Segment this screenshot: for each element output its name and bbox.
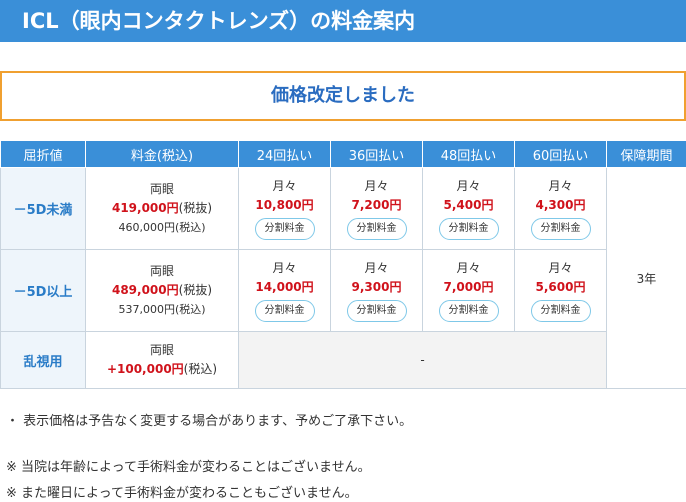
installment-cell: 月々 5,600円 分割料金	[514, 249, 607, 332]
installment-button[interactable]: 分割料金	[438, 218, 499, 240]
monthly-label: 月々	[456, 179, 481, 193]
note-age: ※ 当院は年齢によって手術料金が変わることはございません。	[6, 460, 371, 475]
tax-note: (税抜)	[178, 283, 213, 297]
table-header-row: 屈折値 料金(税込) 24回払い 36回払い 48回払い 60回払い 保障期間	[0, 140, 686, 168]
installment-cell: 月々 14,000円 分割料金	[238, 249, 331, 332]
price-incl-tax: 537,000円(税込)	[118, 303, 206, 316]
installment-button[interactable]: 分割料金	[530, 218, 591, 240]
header-48-payments: 48回払い	[422, 140, 515, 168]
row-label: －5D未満	[0, 167, 86, 250]
monthly-label: 月々	[272, 261, 297, 275]
monthly-label: 月々	[364, 261, 389, 275]
monthly-amount: 10,800円	[255, 198, 314, 212]
monthly-label: 月々	[456, 261, 481, 275]
installment-button[interactable]: 分割料金	[346, 300, 407, 322]
monthly-label: 月々	[548, 261, 573, 275]
installment-cell: 月々 9,300円 分割料金	[330, 249, 423, 332]
price-value: 489,000円	[111, 283, 179, 297]
row-label: －5D以上	[0, 249, 86, 332]
header-60-payments: 60回払い	[514, 140, 607, 168]
row-label: 乱視用	[0, 331, 86, 389]
table-row: －5D未満 両眼 419,000円(税抜) 460,000円(税込) 月々 10…	[0, 167, 686, 389]
warranty-cell: 3年	[606, 167, 686, 389]
eyes-label: 両眼	[149, 182, 174, 196]
price-cell: 両眼 +100,000円(税込)	[85, 331, 239, 389]
header-36-payments: 36回払い	[330, 140, 423, 168]
eyes-label: 両眼	[149, 264, 174, 278]
tax-note: (税抜)	[178, 201, 213, 215]
installment-cell: 月々 7,200円 分割料金	[330, 167, 423, 250]
installment-cell: 月々 10,800円 分割料金	[238, 167, 331, 250]
tax-note: (税込)	[183, 362, 218, 376]
header-refraction: 屈折値	[0, 140, 86, 168]
monthly-amount: 14,000円	[255, 280, 314, 294]
pricing-table: 屈折値 料金(税込) 24回払い 36回払い 48回払い 60回払い 保障期間 …	[0, 140, 686, 389]
price-value: +100,000円	[106, 362, 184, 376]
table-row: 乱視用 両眼 +100,000円(税込) -	[0, 331, 686, 389]
monthly-amount: 4,300円	[535, 198, 586, 212]
installment-button[interactable]: 分割料金	[254, 218, 315, 240]
eyes-label: 両眼	[149, 343, 174, 357]
page-title: ICL（眼内コンタクトレンズ）の料金案内	[0, 0, 686, 42]
installment-cell: 月々 7,000円 分割料金	[422, 249, 515, 332]
price-cell: 両眼 419,000円(税抜) 460,000円(税込)	[85, 167, 239, 250]
installment-button[interactable]: 分割料金	[530, 300, 591, 322]
monthly-amount: 5,400円	[443, 198, 494, 212]
monthly-amount: 7,000円	[443, 280, 494, 294]
monthly-amount: 9,300円	[351, 280, 402, 294]
monthly-label: 月々	[548, 179, 573, 193]
monthly-amount: 7,200円	[351, 198, 402, 212]
monthly-label: 月々	[364, 179, 389, 193]
installment-cell: 月々 5,400円 分割料金	[422, 167, 515, 250]
installment-button[interactable]: 分割料金	[346, 218, 407, 240]
price-cell: 両眼 489,000円(税抜) 537,000円(税込)	[85, 249, 239, 332]
note-price-change: ・ 表示価格は予告なく変更する場合があります、予めご了承下さい。	[6, 414, 413, 429]
table-row: －5D以上 両眼 489,000円(税抜) 537,000円(税込) 月々 14…	[0, 249, 686, 332]
price-revision-notice: 価格改定しました	[0, 71, 686, 121]
header-24-payments: 24回払い	[238, 140, 331, 168]
installment-na-cell: -	[238, 331, 607, 389]
price-incl-tax: 460,000円(税込)	[118, 221, 206, 234]
header-warranty: 保障期間	[606, 140, 686, 168]
installment-button[interactable]: 分割料金	[254, 300, 315, 322]
installment-cell: 月々 4,300円 分割料金	[514, 167, 607, 250]
monthly-amount: 5,600円	[535, 280, 586, 294]
monthly-label: 月々	[272, 179, 297, 193]
price-value: 419,000円	[111, 201, 179, 215]
installment-button[interactable]: 分割料金	[438, 300, 499, 322]
note-weekday: ※ また曜日によって手術料金が変わることもございません。	[6, 486, 358, 501]
header-price: 料金(税込)	[85, 140, 239, 168]
